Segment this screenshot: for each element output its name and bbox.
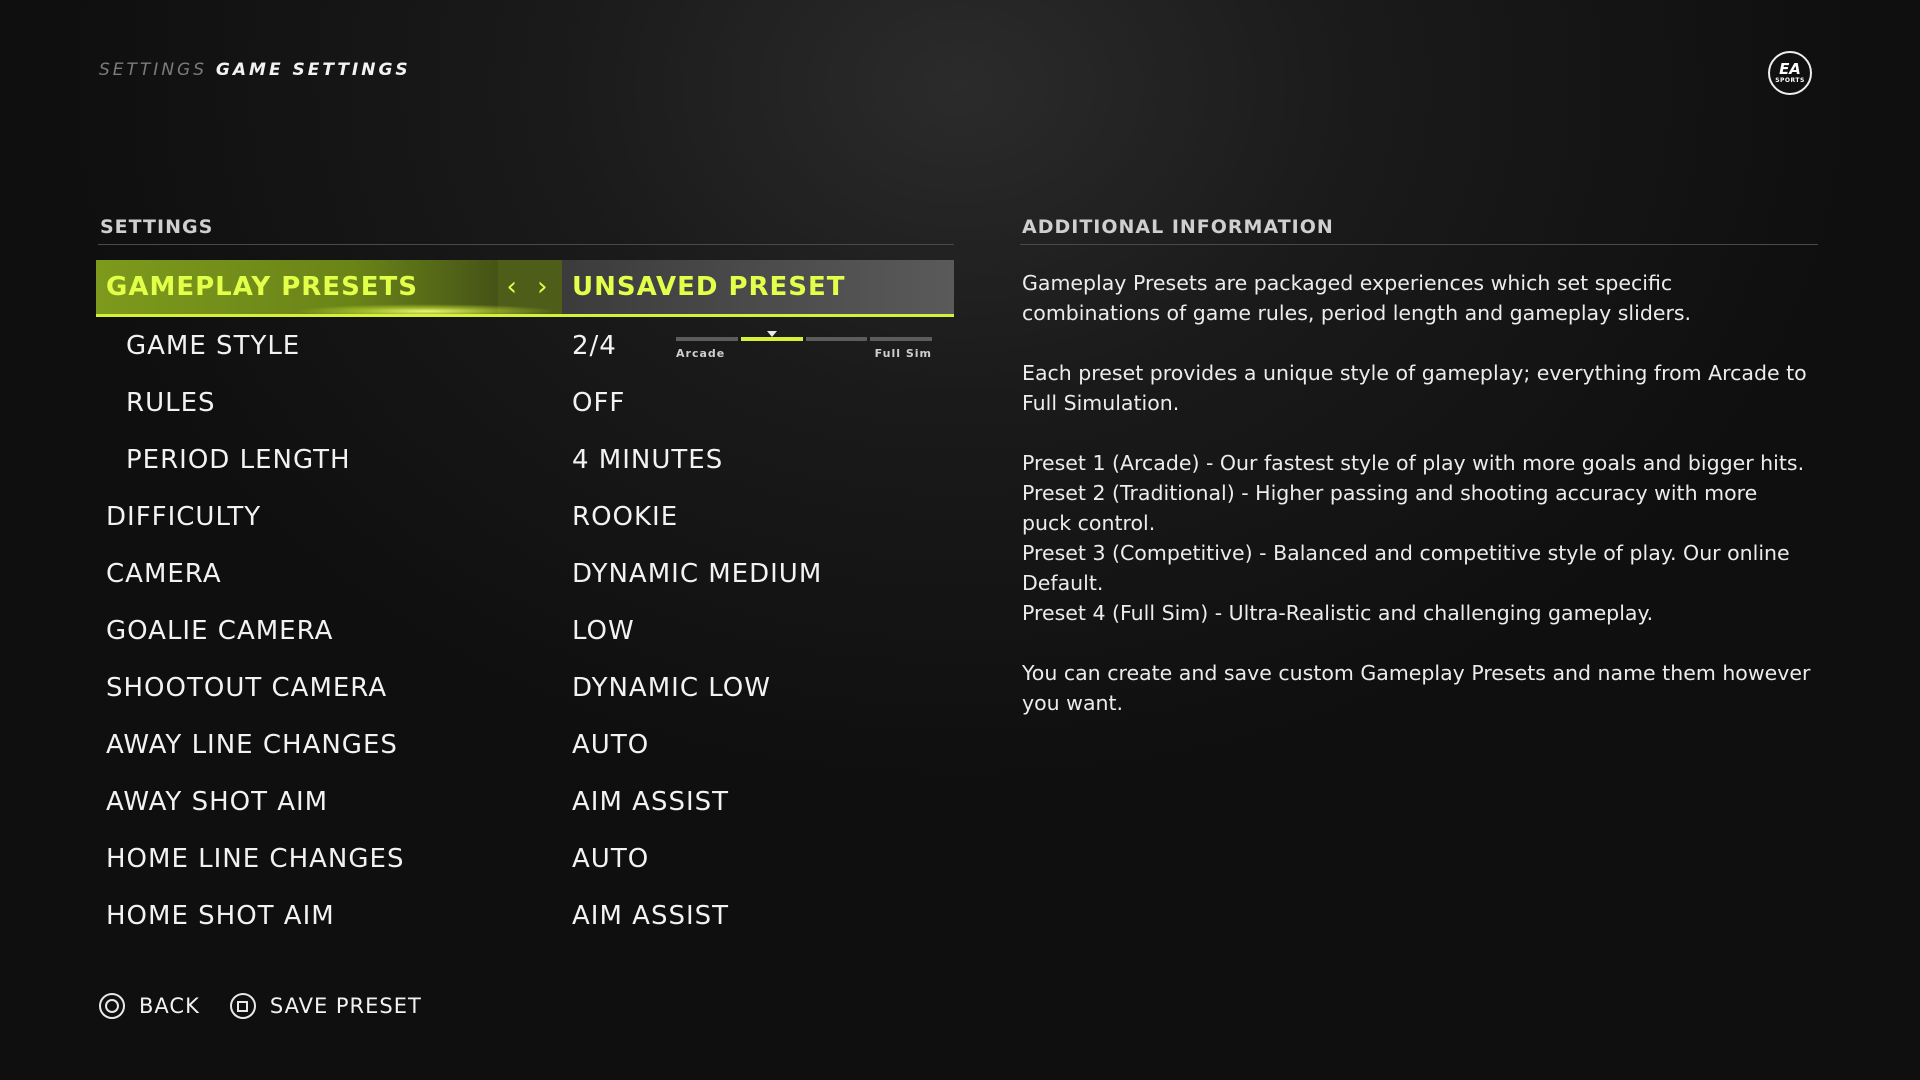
breadcrumb-current: GAME SETTINGS (215, 60, 411, 80)
setting-value: LOW (572, 615, 635, 646)
logo-text-sports: SPORTS (1775, 77, 1805, 84)
setting-row[interactable]: GOALIE CAMERA LOW (96, 602, 954, 659)
slider-max-label: Full Sim (874, 347, 932, 360)
back-button[interactable]: BACK (99, 993, 200, 1019)
preset-descriptions: Preset 1 (Arcade) - Our fastest style of… (1022, 448, 1812, 628)
setting-row-gameplay-presets[interactable]: GAMEPLAY PRESETS ‹ › UNSAVED PRESET (96, 260, 954, 317)
setting-label: GAME STYLE (126, 330, 301, 361)
setting-label: DIFFICULTY (106, 501, 262, 532)
save-label: SAVE PRESET (269, 994, 422, 1018)
setting-label: AWAY LINE CHANGES (106, 729, 398, 760)
preset-description: Preset 1 (Arcade) - Our fastest style of… (1022, 451, 1805, 475)
slider-min-label: Arcade (676, 347, 726, 360)
setting-label: RULES (126, 387, 216, 418)
game-style-slider[interactable]: Arcade Full Sim (676, 331, 932, 361)
setting-label: GOALIE CAMERA (106, 615, 334, 646)
preset-description: Preset 2 (Traditional) - Higher passing … (1022, 481, 1758, 535)
circle-button-icon (99, 993, 125, 1019)
settings-rows: RULES OFF PERIOD LENGTH 4 MINUTES DIFFICULTY… (96, 374, 954, 944)
logo-text-ea: EA (1779, 60, 1801, 78)
selection-glow (296, 304, 556, 316)
preset-description: Preset 4 (Full Sim) - Ultra-Realistic an… (1022, 601, 1654, 625)
setting-row-game-style[interactable]: GAME STYLE 2/4 Arcade Full Sim (96, 317, 954, 374)
breadcrumb: SETTINGS GAME SETTINGS (99, 60, 411, 80)
setting-row[interactable]: AWAY LINE CHANGES AUTO (96, 716, 954, 773)
setting-value: UNSAVED PRESET (572, 272, 846, 302)
info-header: ADDITIONAL INFORMATION (1022, 216, 1334, 238)
slider-segment (805, 337, 868, 341)
setting-label: AWAY SHOT AIM (106, 786, 329, 817)
setting-label: HOME SHOT AIM (106, 900, 335, 931)
info-paragraph: Each preset provides a unique style of g… (1022, 361, 1807, 415)
chevron-left-right-icon: ‹ › (506, 272, 554, 302)
setting-label: HOME LINE CHANGES (106, 843, 405, 874)
setting-row[interactable]: DIFFICULTY ROOKIE (96, 488, 954, 545)
setting-row[interactable]: SHOOTOUT CAMERA DYNAMIC LOW (96, 659, 954, 716)
slider-segment (676, 337, 738, 341)
settings-divider (98, 244, 954, 245)
info-panel: Gameplay Presets are packaged experience… (1022, 268, 1812, 748)
slider-marker-icon (766, 331, 777, 337)
setting-value: AUTO (572, 729, 650, 760)
setting-value: 2/4 (572, 330, 617, 361)
setting-value: AIM ASSIST (572, 900, 729, 931)
setting-value: 4 MINUTES (572, 444, 724, 475)
footer-controls: BACK SAVE PRESET (99, 993, 452, 1019)
setting-row[interactable]: CAMERA DYNAMIC MEDIUM (96, 545, 954, 602)
setting-value: ROOKIE (572, 501, 679, 532)
settings-header: SETTINGS (100, 216, 214, 238)
info-paragraph: You can create and save custom Gameplay … (1022, 661, 1811, 715)
setting-row[interactable]: AWAY SHOT AIM AIM ASSIST (96, 773, 954, 830)
setting-value: OFF (572, 387, 626, 418)
setting-value: AIM ASSIST (572, 786, 729, 817)
setting-row[interactable]: PERIOD LENGTH 4 MINUTES (96, 431, 954, 488)
breadcrumb-parent[interactable]: SETTINGS (99, 60, 207, 80)
info-paragraph: Gameplay Presets are packaged experience… (1022, 271, 1692, 325)
setting-value: AUTO (572, 843, 650, 874)
setting-value: DYNAMIC MEDIUM (572, 558, 823, 589)
back-label: BACK (139, 994, 200, 1018)
square-button-icon (229, 993, 256, 1019)
setting-row[interactable]: HOME SHOT AIM AIM ASSIST (96, 887, 954, 944)
setting-label: GAMEPLAY PRESETS (106, 272, 419, 302)
setting-label: PERIOD LENGTH (126, 444, 351, 475)
settings-list: GAMEPLAY PRESETS ‹ › UNSAVED PRESET GAME… (96, 260, 954, 944)
setting-value: DYNAMIC LOW (572, 672, 771, 703)
setting-row[interactable]: HOME LINE CHANGES AUTO (96, 830, 954, 887)
ea-sports-logo: EA SPORTS (1768, 51, 1812, 95)
slider-segment (870, 337, 932, 341)
info-divider (1020, 244, 1818, 245)
save-preset-button[interactable]: SAVE PRESET (229, 993, 422, 1019)
setting-label: CAMERA (106, 558, 222, 589)
setting-label: SHOOTOUT CAMERA (106, 672, 388, 703)
setting-row[interactable]: RULES OFF (96, 374, 954, 431)
preset-description: Preset 3 (Competitive) - Balanced and co… (1022, 541, 1790, 595)
slider-segment (740, 337, 803, 341)
